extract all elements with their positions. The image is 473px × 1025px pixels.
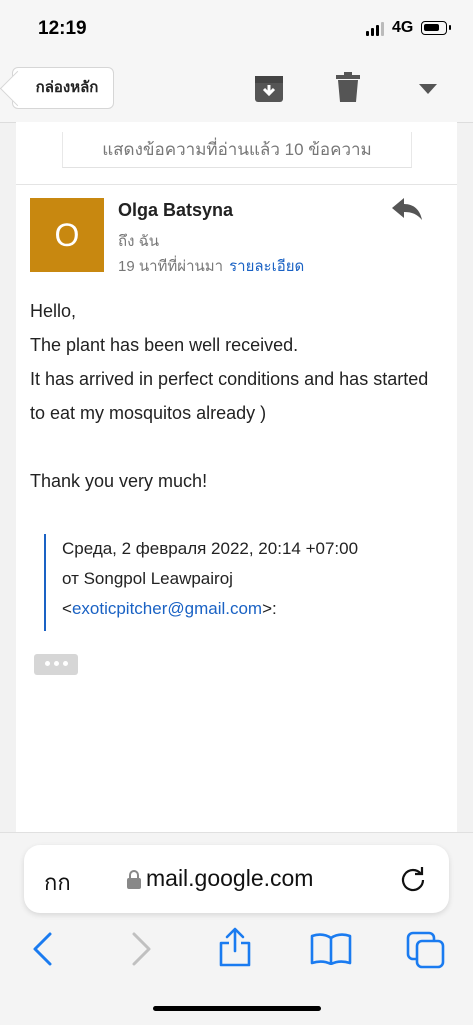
- body-line: The plant has been well received.: [30, 335, 299, 355]
- tabs-icon[interactable]: [406, 931, 446, 969]
- address-bar[interactable]: กก mail.google.com: [24, 845, 449, 913]
- text-size-button[interactable]: กก: [44, 865, 71, 900]
- back-to-inbox-button[interactable]: กล่องหลัก: [12, 67, 114, 109]
- forward-arrow-icon[interactable]: [130, 931, 154, 967]
- archive-icon[interactable]: [254, 72, 284, 104]
- body-line: It has arrived in perfect conditions and…: [30, 369, 429, 423]
- reload-icon[interactable]: [400, 866, 426, 892]
- show-trimmed-content-button[interactable]: [34, 654, 78, 675]
- mail-toolbar: กล่องหลัก: [0, 58, 473, 123]
- trash-icon[interactable]: [336, 72, 360, 102]
- status-bar: 12:19 4G: [0, 0, 473, 58]
- quote-date: Среда, 2 февраля 2022, 20:14 +07:00: [62, 539, 359, 558]
- body-line: Hello,: [30, 301, 77, 321]
- message-body: Hello, The plant has been well received.…: [30, 294, 445, 498]
- browser-bottom-bar: กก mail.google.com: [0, 832, 473, 1025]
- sender-avatar: O: [30, 198, 104, 272]
- dropdown-icon[interactable]: [419, 84, 437, 94]
- network-type: 4G: [392, 19, 414, 36]
- time-ago: 19 นาทีที่ผ่านมา: [118, 258, 224, 275]
- recipient-line: ถึง ฉัน: [118, 233, 160, 250]
- message-meta: 19 นาทีที่ผ่านมา รายละเอียด: [118, 254, 304, 278]
- share-icon[interactable]: [218, 927, 252, 967]
- quote-email-link[interactable]: exoticpitcher@gmail.com: [72, 599, 262, 618]
- bookmarks-icon[interactable]: [310, 933, 352, 965]
- status-time: 12:19: [38, 18, 87, 39]
- battery-icon: [421, 21, 451, 35]
- back-arrow-icon[interactable]: [30, 931, 54, 967]
- body-line: Thank you very much!: [30, 471, 208, 491]
- reply-icon[interactable]: [392, 198, 422, 220]
- sender-name: Olga Batsyna: [118, 200, 234, 220]
- quote-from: от Songpol Leawpairoj: [62, 569, 233, 588]
- back-button-label: กล่องหลัก: [35, 79, 99, 96]
- details-link[interactable]: รายละเอียด: [229, 258, 304, 275]
- quoted-header: Среда, 2 февраля 2022, 20:14 +07:00 от S…: [44, 534, 444, 631]
- read-messages-banner[interactable]: แสดงข้อความที่อ่านแล้ว 10 ข้อความ: [62, 132, 412, 168]
- divider: [16, 184, 457, 185]
- url-text[interactable]: mail.google.com: [146, 865, 313, 892]
- home-indicator: [153, 1006, 321, 1011]
- message-pane: แสดงข้อความที่อ่านแล้ว 10 ข้อความ O Olga…: [16, 122, 457, 832]
- quote-email-line: <exoticpitcher@gmail.com>:: [62, 599, 277, 618]
- lock-icon: [127, 870, 141, 889]
- signal-icon: [366, 22, 388, 36]
